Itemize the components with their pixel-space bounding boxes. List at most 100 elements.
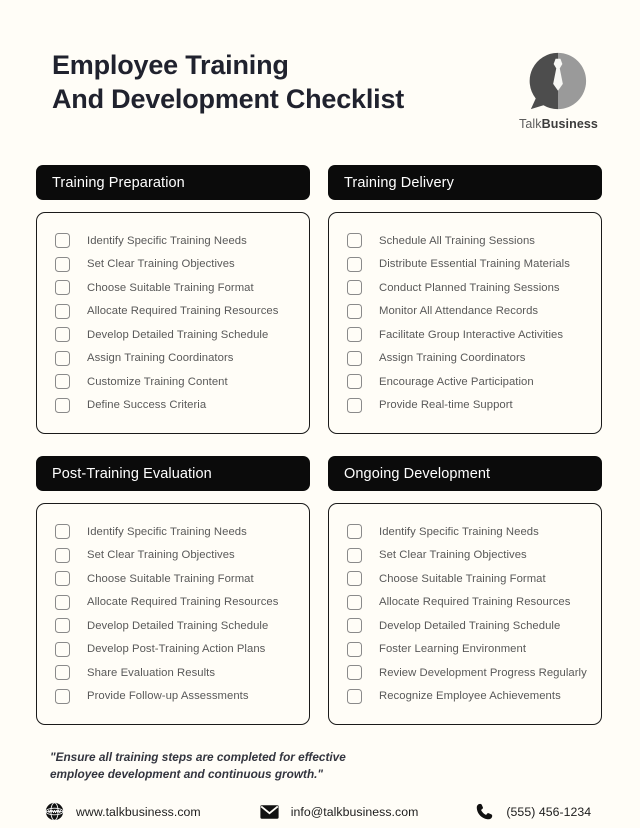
checkbox[interactable] [347,397,362,413]
checklist-item-label: Schedule All Training Sessions [379,234,535,247]
checkbox[interactable] [347,547,362,563]
checkbox[interactable] [347,327,362,343]
checklist-item-label: Set Clear Training Objectives [87,549,235,562]
checklist-item[interactable]: Define Success Criteria [55,394,295,418]
checkbox[interactable] [55,547,70,563]
checkbox[interactable] [347,594,362,610]
checklist-item[interactable]: Develop Detailed Training Schedule [55,323,295,347]
checkbox[interactable] [347,374,362,390]
section-training-preparation: Training Preparation Identify Specific T… [36,165,310,434]
checkbox[interactable] [55,571,70,587]
checkbox[interactable] [55,524,70,540]
checkbox[interactable] [55,303,70,319]
checkbox[interactable] [55,618,70,634]
checklist-item-label: Choose Suitable Training Format [379,572,546,585]
checklist-item[interactable]: Monitor All Attendance Records [347,300,587,324]
checklist-item-label: Customize Training Content [87,375,228,388]
section-items-card: Identify Specific Training Needs Set Cle… [36,212,310,434]
checklist-item[interactable]: Schedule All Training Sessions [347,229,587,253]
checklist-item[interactable]: Choose Suitable Training Format [55,276,295,300]
checklist-item-label: Set Clear Training Objectives [87,258,235,271]
checklist-item[interactable]: Distribute Essential Training Materials [347,253,587,277]
checklist-item[interactable]: Develop Detailed Training Schedule [55,614,295,638]
checkbox[interactable] [347,665,362,681]
checklist-item-label: Allocate Required Training Resources [87,305,279,318]
checklist-item-label: Monitor All Attendance Records [379,305,539,318]
checklist-item[interactable]: Choose Suitable Training Format [55,567,295,591]
checklist-item[interactable]: Develop Detailed Training Schedule [347,614,587,638]
contact-phone[interactable]: (555) 456-1234 [474,801,591,822]
checklist-document: Employee Training And Development Checkli… [0,0,640,828]
checkbox[interactable] [55,688,70,704]
checklist-item[interactable]: Allocate Required Training Resources [55,300,295,324]
checklist-item[interactable]: Facilitate Group Interactive Activities [347,323,587,347]
checklist-item[interactable]: Develop Post-Training Action Plans [55,638,295,662]
checkbox[interactable] [347,256,362,272]
checklist-item[interactable]: Review Development Progress Regularly [347,661,587,685]
contact-email-text: info@talkbusiness.com [290,804,419,819]
checklist-item-label: Provide Real-time Support [379,399,513,412]
checklist-item-label: Identify Specific Training Needs [87,234,247,247]
checklist-item-label: Facilitate Group Interactive Activities [379,328,564,341]
brand-logo-text: TalkBusiness [519,117,598,131]
checkbox[interactable] [55,594,70,610]
brand-name-bold: Business [541,117,598,131]
checkbox[interactable] [55,280,70,296]
checklist-item[interactable]: Allocate Required Training Resources [347,591,587,615]
checklist-item-label: Choose Suitable Training Format [87,572,254,585]
checklist-item[interactable]: Customize Training Content [55,370,295,394]
section-ongoing-development: Ongoing Development Identify Specific Tr… [328,456,602,725]
checklist-item[interactable]: Allocate Required Training Resources [55,591,295,615]
contact-phone-text: (555) 456-1234 [506,804,592,819]
checkbox[interactable] [55,350,70,366]
checkbox[interactable] [347,280,362,296]
checkbox[interactable] [347,524,362,540]
brand-name-light: Talk [518,117,542,131]
checkbox[interactable] [347,303,362,319]
document-header: Employee Training And Development Checkli… [0,0,640,131]
checklist-item[interactable]: Assign Training Coordinators [55,347,295,371]
checklist-item-label: Provide Follow-up Assessments [87,690,249,703]
section-header: Training Delivery [328,165,602,200]
checklist-item-label: Recognize Employee Achievements [379,690,561,703]
checklist-item[interactable]: Assign Training Coordinators [347,347,587,371]
checklist-item[interactable]: Choose Suitable Training Format [347,567,587,591]
checkbox[interactable] [55,374,70,390]
checkbox[interactable] [347,571,362,587]
section-header: Training Preparation [36,165,310,200]
checkbox[interactable] [347,641,362,657]
checkbox[interactable] [347,688,362,704]
checkbox[interactable] [347,350,362,366]
checklist-item[interactable]: Share Evaluation Results [55,661,295,685]
checkbox[interactable] [347,618,362,634]
checklist-item-label: Develop Detailed Training Schedule [87,619,269,632]
checklist-item[interactable]: Provide Follow-up Assessments [55,685,295,709]
checkbox[interactable] [55,665,70,681]
checklist-item-label: Review Development Progress Regularly [379,666,587,679]
checklist-item[interactable]: Set Clear Training Objectives [55,253,295,277]
checklist-item-label: Define Success Criteria [87,399,207,412]
checklist-item-label: Identify Specific Training Needs [379,525,539,538]
contact-website[interactable]: www www.talkbusiness.com [44,801,201,822]
checklist-item-label: Assign Training Coordinators [87,352,234,365]
checkbox[interactable] [55,327,70,343]
checklist-item[interactable]: Identify Specific Training Needs [55,229,295,253]
checklist-item[interactable]: Recognize Employee Achievements [347,685,587,709]
checkbox[interactable] [347,233,362,249]
checkbox[interactable] [55,397,70,413]
checklist-item[interactable]: Set Clear Training Objectives [347,544,587,568]
checkbox[interactable] [55,256,70,272]
envelope-icon [259,801,280,822]
checklist-item[interactable]: Identify Specific Training Needs [55,520,295,544]
checklist-item[interactable]: Foster Learning Environment [347,638,587,662]
contact-email[interactable]: info@talkbusiness.com [259,801,419,822]
checkbox[interactable] [55,641,70,657]
checklist-item[interactable]: Identify Specific Training Needs [347,520,587,544]
checklist-item-label: Choose Suitable Training Format [87,281,254,294]
checklist-item[interactable]: Encourage Active Participation [347,370,587,394]
checklist-item[interactable]: Conduct Planned Training Sessions [347,276,587,300]
checklist-item-label: Allocate Required Training Resources [379,596,571,609]
checkbox[interactable] [55,233,70,249]
checklist-item[interactable]: Provide Real-time Support [347,394,587,418]
checklist-item[interactable]: Set Clear Training Objectives [55,544,295,568]
